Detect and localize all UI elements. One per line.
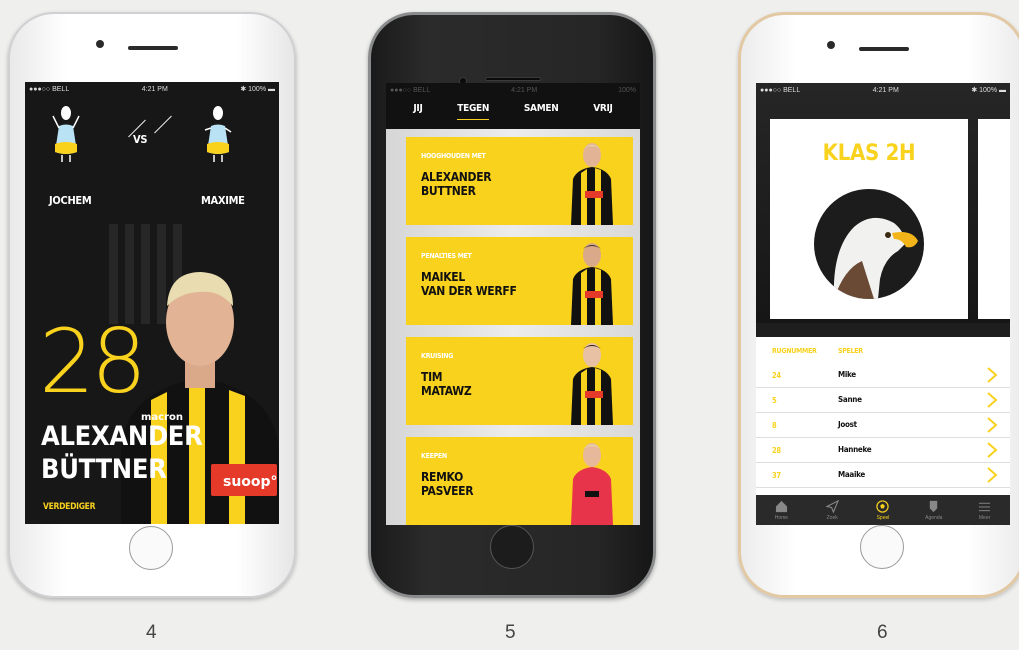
table-row[interactable]: 8 Joost: [756, 413, 1010, 438]
step-label-6: 6: [877, 622, 888, 643]
time-label: 4:21 PM: [141, 85, 168, 93]
opponent-left-name[interactable]: JOCHEM: [49, 194, 92, 207]
nav-item-zoek[interactable]: Zoek: [807, 495, 858, 525]
stick-figure-left-icon: [52, 106, 80, 162]
nav-item-home[interactable]: Home: [756, 495, 807, 525]
tab-jij[interactable]: JIJ: [413, 103, 422, 120]
card-list: HOOGHOUDEN MET ALEXANDER BUTTNER PENALTIE…: [386, 129, 640, 525]
carrier-label: ●●●○○ BELL: [29, 85, 70, 93]
stick-figure-right-icon: [204, 106, 232, 162]
table-row[interactable]: 5 Sanne: [756, 388, 1010, 413]
battery-label: ✱ 100% ▬: [240, 86, 275, 93]
status-bar: ●●●○○ BELL 4:21 PM 100%: [386, 83, 640, 97]
card-title: ALEXANDER BUTTNER: [421, 170, 492, 198]
roster-table: RUGNUMMER SPELER 24 Mike 5 Sanne 8 Joost…: [756, 337, 1010, 495]
step-label-4: 4: [146, 622, 157, 643]
front-camera: [827, 41, 835, 49]
chevron-right-icon[interactable]: [984, 441, 1000, 459]
tab-header: ●●●○○ BELL 4:21 PM 100% JIJ TEGEN SAMEN …: [386, 83, 640, 129]
chevron-right-icon[interactable]: [984, 416, 1000, 434]
versus-header: VS JOCHEM MAXIME: [25, 96, 279, 207]
chevron-right-icon[interactable]: [984, 366, 1000, 384]
card-kicker: PENALTIES MET: [421, 252, 472, 260]
table-row[interactable]: 24 Mike: [756, 363, 1010, 388]
player-name: ALEXANDER BÜTTNER: [41, 421, 203, 485]
column-header-number: RUGNUMMER: [772, 347, 817, 355]
card-title: MAIKEL VAN DER WERFF: [421, 270, 517, 298]
challenge-card[interactable]: KRUISING TIM MATAWZ: [406, 337, 633, 425]
class-title: KLAS 2H: [822, 141, 916, 166]
status-bar: ●●●○○ BELL 4:21 PM ✱ 100% ▬: [756, 83, 1010, 97]
carrier-label: ●●●○○ BELL: [760, 86, 801, 94]
nav-item-meer[interactable]: Meer: [959, 495, 1010, 525]
tab-bar: JIJ TEGEN SAMEN VRIJ: [386, 103, 640, 120]
eagle-mascot-image: [814, 189, 924, 299]
earpiece-speaker: [128, 46, 178, 50]
table-row[interactable]: 37 Maaike: [756, 463, 1010, 488]
home-button[interactable]: [490, 525, 534, 569]
challenge-card[interactable]: PENALTIES MET MAIKEL VAN DER WERFF: [406, 237, 633, 325]
chevron-right-icon[interactable]: [984, 391, 1000, 409]
challenge-card[interactable]: HOOGHOUDEN MET ALEXANDER BUTTNER: [406, 137, 633, 225]
player-profile-screen: ●●●○○ BELL 4:21 PM ✱ 100% ▬ VS JOCHEM MA…: [25, 82, 279, 524]
column-header-player: SPELER: [838, 347, 863, 355]
tab-samen[interactable]: SAMEN: [524, 103, 559, 120]
challenge-card[interactable]: KEEPEN REMKO PASVEER: [406, 437, 633, 525]
card-kicker: KEEPEN: [421, 452, 447, 460]
player-position: VERDEDIGER: [43, 502, 96, 512]
time-label: 4:21 PM: [511, 86, 538, 94]
chevron-right-icon[interactable]: [984, 466, 1000, 484]
send-icon: [825, 499, 839, 513]
home-button[interactable]: [129, 526, 173, 570]
tab-tegen[interactable]: TEGEN: [457, 103, 489, 120]
phone-mockup-6: ●●●○○ BELL 4:21 PM ✱ 100% ▬ KLAS 2H RUGN: [738, 12, 1019, 598]
player-thumbnail: [571, 243, 613, 325]
next-class-card[interactable]: [978, 119, 1010, 319]
time-label: 4:21 PM: [872, 86, 899, 94]
home-icon: [775, 500, 787, 512]
class-hero: ●●●○○ BELL 4:21 PM ✱ 100% ▬ KLAS 2H: [756, 83, 1010, 323]
nav-item-agenda[interactable]: Agenda: [908, 495, 959, 525]
earpiece-speaker: [485, 77, 541, 81]
player-thumbnail: [571, 443, 613, 525]
phone-mockup-5: ●●●○○ BELL 4:21 PM 100% JIJ TEGEN SAMEN …: [368, 12, 656, 598]
battery-label: 100%: [618, 86, 636, 94]
menu-icon: [979, 502, 991, 511]
svg-text:suoop°: suoop°: [223, 474, 278, 490]
carrier-label: ●●●○○ BELL: [390, 86, 431, 94]
card-title: REMKO PASVEER: [421, 470, 474, 498]
card-title: TIM MATAWZ: [421, 370, 472, 398]
home-button[interactable]: [860, 525, 904, 569]
earpiece-speaker: [859, 47, 909, 51]
card-kicker: HOOGHOUDEN MET: [421, 152, 486, 160]
player-thumbnail: [571, 143, 613, 225]
class-card[interactable]: KLAS 2H: [770, 119, 968, 319]
step-label-5: 5: [505, 622, 516, 643]
battery-label: ✱ 100% ▬: [971, 87, 1006, 94]
status-bar: ●●●○○ BELL 4:21 PM ✱ 100% ▬: [25, 82, 279, 96]
nav-item-speel[interactable]: Speel: [858, 495, 909, 525]
opponent-right-name[interactable]: MAXIME: [201, 194, 245, 207]
player-thumbnail: [571, 343, 613, 425]
tab-vrij[interactable]: VRIJ: [593, 103, 613, 120]
table-row[interactable]: 28 Hanneke: [756, 438, 1010, 463]
class-team-screen: ●●●○○ BELL 4:21 PM ✱ 100% ▬ KLAS 2H RUGN: [756, 83, 1010, 525]
bottom-nav: Home Zoek Speel Agenda Meer: [756, 495, 1010, 525]
versus-label: VS: [133, 133, 148, 146]
challenges-screen: ●●●○○ BELL 4:21 PM 100% JIJ TEGEN SAMEN …: [386, 83, 640, 525]
shield-icon: [930, 500, 938, 512]
front-camera: [96, 40, 104, 48]
phone-mockup-4: ●●●○○ BELL 4:21 PM ✱ 100% ▬ VS JOCHEM MA…: [8, 12, 296, 598]
soccer-ball-icon: [876, 499, 890, 513]
card-kicker: KRUISING: [421, 352, 454, 360]
